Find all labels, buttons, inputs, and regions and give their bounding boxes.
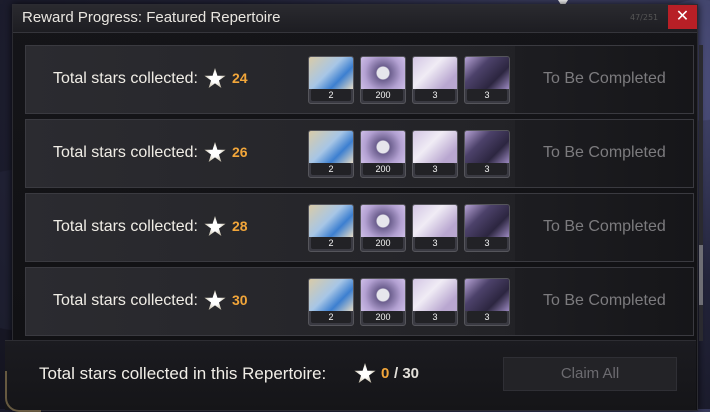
status-text: To Be Completed [543,218,666,235]
letter-icon [413,279,457,311]
reward-item-book[interactable]: 3 [464,204,510,252]
reward-item-character[interactable]: 2 [308,204,354,252]
status-box: To Be Completed [515,268,693,335]
row-label: Total stars collected: [53,144,198,161]
watermark-text: 47/251 [630,13,659,22]
current-stars: 0 [381,365,390,382]
reward-row-24: Total stars collected: 24 2 200 3 3 To B… [25,45,694,114]
status-box: To Be Completed [515,194,693,261]
row-label: Total stars collected: [53,70,198,87]
reward-row-30: Total stars collected: 30 2 200 3 3 To B… [25,267,694,336]
reward-item-book[interactable]: 3 [464,56,510,104]
reward-qty: 3 [415,237,455,249]
reward-item-disc[interactable]: 200 [360,278,406,326]
window-title: Reward Progress: Featured Repertoire [22,9,281,26]
stars-required: 24 [232,70,248,86]
scrollbar[interactable] [699,45,703,341]
reward-item-disc[interactable]: 200 [360,56,406,104]
star-icon [204,216,226,237]
status-box: To Be Completed [515,120,693,187]
row-label: Total stars collected: [53,292,198,309]
reward-qty: 3 [415,163,455,175]
reward-item-character[interactable]: 2 [308,130,354,178]
reward-qty: 200 [363,89,403,101]
reward-qty: 3 [415,89,455,101]
row-label: Total stars collected: [53,218,198,235]
corner-ornament-icon [5,371,41,412]
status-text: To Be Completed [543,144,666,161]
reward-qty: 2 [311,237,351,249]
stars-required: 26 [232,144,248,160]
reward-item-letter[interactable]: 3 [412,130,458,178]
letter-icon [413,57,457,89]
reward-qty: 3 [467,89,507,101]
letter-icon [413,205,457,237]
reward-qty: 200 [363,163,403,175]
star-icon [204,68,226,89]
reward-item-letter[interactable]: 3 [412,56,458,104]
reward-item-book[interactable]: 3 [464,130,510,178]
status-text: To Be Completed [543,292,666,309]
claim-all-button[interactable]: Claim All [503,357,677,391]
character-icon [309,205,353,237]
book-icon [465,131,509,163]
reward-row-26: Total stars collected: 26 2 200 3 3 To B… [25,119,694,188]
reward-qty: 2 [311,89,351,101]
reward-qty: 2 [311,311,351,323]
reward-item-letter[interactable]: 3 [412,278,458,326]
reward-item-character[interactable]: 2 [308,278,354,326]
reward-item-character[interactable]: 2 [308,56,354,104]
reward-item-disc[interactable]: 200 [360,204,406,252]
status-box: To Be Completed [515,46,693,113]
book-icon [465,279,509,311]
character-icon [309,131,353,163]
disc-icon [361,131,405,163]
reward-qty: 200 [363,311,403,323]
reward-row-28: Total stars collected: 28 2 200 3 3 To B… [25,193,694,262]
character-icon [309,279,353,311]
reward-qty: 3 [415,311,455,323]
book-icon [465,57,509,89]
reward-item-letter[interactable]: 3 [412,204,458,252]
title-bar: Reward Progress: Featured Repertoire 47/… [13,5,697,33]
scrollbar-thumb[interactable] [699,245,703,305]
total-stars: / 30 [394,365,420,382]
close-icon: ✕ [675,8,690,25]
total-stars-label: Total stars collected in this Repertoire… [39,364,327,383]
disc-icon [361,205,405,237]
reward-qty: 2 [311,163,351,175]
footer-bar: Total stars collected in this Repertoire… [5,340,696,412]
reward-qty: 200 [363,237,403,249]
stars-required: 30 [232,292,248,308]
close-button[interactable]: ✕ [668,5,697,29]
reward-item-disc[interactable]: 200 [360,130,406,178]
disc-icon [361,57,405,89]
reward-qty: 3 [467,163,507,175]
reward-qty: 3 [467,237,507,249]
reward-item-book[interactable]: 3 [464,278,510,326]
status-text: To Be Completed [543,70,666,87]
character-icon [309,57,353,89]
star-icon [204,290,226,311]
book-icon [465,205,509,237]
reward-qty: 3 [467,311,507,323]
stars-required: 28 [232,218,248,234]
disc-icon [361,279,405,311]
star-icon [204,142,226,163]
letter-icon [413,131,457,163]
star-icon [354,363,376,384]
